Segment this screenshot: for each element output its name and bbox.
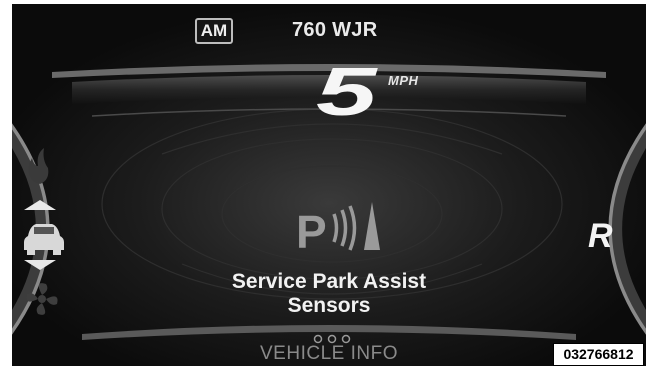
radio-station: 760 WJR xyxy=(292,19,378,41)
band-badge: AM xyxy=(195,18,233,44)
gear-indicator: R xyxy=(588,217,613,255)
warning-message-line1: Service Park Assist xyxy=(231,270,427,293)
speed-unit: MPH xyxy=(388,73,419,88)
figure-reference-code: 032766812 xyxy=(553,343,644,366)
svg-text:P: P xyxy=(296,206,327,258)
warning-message: Service Park Assist Sensors xyxy=(12,270,646,318)
speed-value: 5 xyxy=(316,54,377,130)
menu-title: VEHICLE INFO xyxy=(260,343,398,364)
warning-message-line2: Sensors xyxy=(287,294,371,317)
cluster-display: P AM 760 WJR 5 MPH Service Park Assist S… xyxy=(12,4,646,366)
